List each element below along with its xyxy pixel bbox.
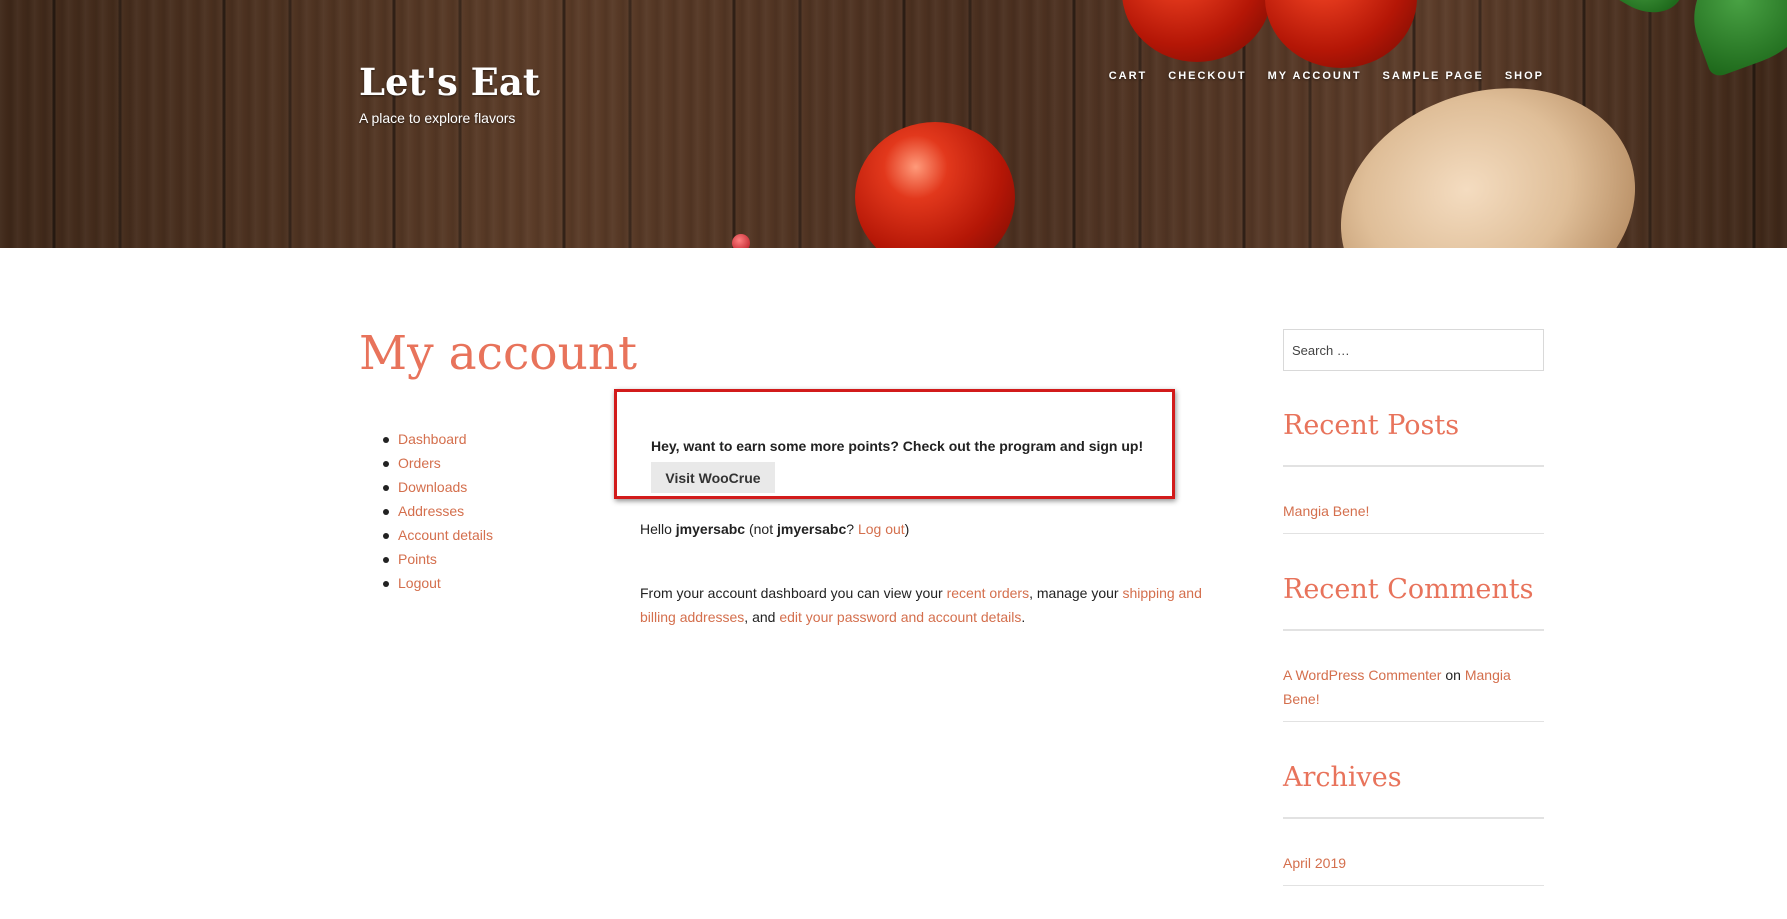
promo-text: Hey, want to earn some more points? Chec… [651,438,1144,454]
page-title: My account [359,326,638,381]
dashboard-text-part: , and [744,609,780,625]
widget-divider [1283,629,1544,631]
recent-comments-title: Recent Comments [1283,574,1534,605]
greeting-text: Hello jmyersabc (not jmyersabc? Log out) [640,517,909,541]
greeting-not: (not [745,521,777,537]
recent-post-item: Mangia Bene! [1283,499,1544,523]
widget-divider [1283,721,1544,722]
archive-item: April 2019 [1283,851,1544,875]
nav-item-my-account[interactable]: MY ACCOUNT [1268,70,1362,82]
account-nav-link-orders[interactable]: Orders [398,455,441,471]
tomato-image [855,122,1015,248]
tomato-image [1122,0,1272,62]
visit-woocrue-button[interactable]: Visit WooCrue [651,462,775,493]
account-nav-item-orders: Orders [383,451,493,475]
dashboard-text-part: , manage your [1029,585,1123,601]
dashboard-text-part: From your account dashboard you can view… [640,585,947,601]
account-nav-link-dashboard[interactable]: Dashboard [398,431,467,447]
site-branding: Let's Eat A place to explore flavors [359,60,540,126]
account-nav-link-points[interactable]: Points [398,551,437,567]
account-nav-link-account-details[interactable]: Account details [398,527,493,543]
greeting-hello: Hello [640,521,676,537]
recent-orders-link[interactable]: recent orders [947,585,1029,601]
site-title[interactable]: Let's Eat [359,60,540,104]
nav-item-cart[interactable]: CART [1109,70,1148,82]
main-navigation: CART CHECKOUT MY ACCOUNT SAMPLE PAGE SHO… [1109,70,1544,82]
points-promo-box: Hey, want to earn some more points? Chec… [614,389,1175,499]
account-nav-item-points: Points [383,547,493,571]
account-nav-item-dashboard: Dashboard [383,427,493,451]
greeting-username: jmyersabc [675,521,746,537]
comment-on-text: on [1441,667,1465,683]
archives-title: Archives [1283,762,1402,793]
dashboard-text-part: . [1021,609,1026,625]
account-nav-link-addresses[interactable]: Addresses [398,503,464,519]
comment-author-link[interactable]: A WordPress Commenter [1283,667,1441,683]
account-details-link[interactable]: edit your password and account details [779,609,1021,625]
basil-leaf-image [1675,0,1787,79]
recent-comment-item: A WordPress Commenter on Mangia Bene! [1283,663,1544,711]
widget-divider [1283,465,1544,467]
tomato-image [1265,0,1417,68]
recent-posts-title: Recent Posts [1283,410,1460,441]
widget-divider [1283,885,1544,886]
greeting-question: ? [846,521,858,537]
widget-divider [1283,817,1544,819]
account-nav-link-downloads[interactable]: Downloads [398,479,467,495]
nav-item-shop[interactable]: SHOP [1505,70,1544,82]
account-nav-item-logout: Logout [383,571,493,595]
archive-link[interactable]: April 2019 [1283,855,1346,871]
berry-image [732,234,750,248]
greeting-close: ) [904,521,910,537]
account-nav-item-downloads: Downloads [383,475,493,499]
account-nav-link-logout[interactable]: Logout [398,575,441,591]
account-navigation: Dashboard Orders Downloads Addresses Acc… [383,427,493,595]
account-nav-item-account-details: Account details [383,523,493,547]
greeting-username-alt: jmyersabc [776,521,847,537]
nav-item-checkout[interactable]: CHECKOUT [1168,70,1246,82]
site-tagline: A place to explore flavors [359,110,516,126]
recent-post-link[interactable]: Mangia Bene! [1283,503,1369,519]
widget-divider [1283,533,1544,534]
search-input[interactable] [1283,329,1544,371]
basil-leaf-image [1603,0,1691,27]
account-nav-item-addresses: Addresses [383,499,493,523]
site-header: Let's Eat A place to explore flavors CAR… [0,0,1787,248]
sidebar: Recent Posts Mangia Bene! Recent Comment… [1283,329,1544,886]
logout-link[interactable]: Log out [858,521,905,537]
nav-item-sample-page[interactable]: SAMPLE PAGE [1383,70,1484,82]
dashboard-description: From your account dashboard you can view… [640,581,1230,629]
